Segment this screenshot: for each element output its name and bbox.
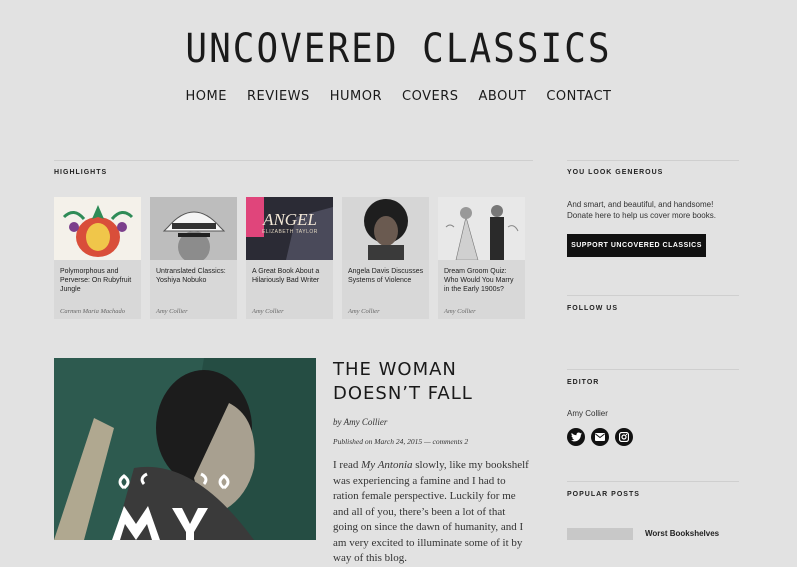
card-thumbnail: [54, 197, 141, 260]
follow-heading: FOLLOW US: [567, 305, 618, 312]
card-title: Angela Davis Discusses Systems of Violen…: [348, 268, 424, 284]
editor-name[interactable]: Amy Collier: [567, 408, 608, 419]
card-author: Amy Collier: [156, 308, 188, 315]
post-excerpt: I read My Antonia slowly, like my booksh…: [333, 458, 533, 567]
nav-reviews[interactable]: REVIEWS: [247, 89, 310, 104]
editor-heading: EDITOR: [567, 379, 600, 386]
cover-title-text: ANGEL: [262, 210, 317, 229]
nav-contact[interactable]: CONTACT: [546, 89, 611, 104]
excerpt-book-title: My Antonia: [361, 459, 413, 471]
site-title[interactable]: UNCOVERED CLASSICS: [0, 26, 797, 72]
email-icon[interactable]: [591, 428, 609, 446]
card-thumbnail: [150, 197, 237, 260]
meta-separator: —: [422, 437, 433, 446]
post-meta: Published on March 24, 2015 — comments 2: [333, 437, 468, 446]
post-featured-image[interactable]: [54, 358, 316, 540]
card-author: Amy Collier: [348, 308, 380, 315]
card-author: Amy Collier: [252, 308, 284, 315]
excerpt-start: I read: [333, 459, 362, 471]
divider: [567, 160, 739, 161]
nav-humor[interactable]: HUMOR: [330, 89, 382, 104]
popular-heading: POPULAR POSTS: [567, 491, 640, 498]
support-button[interactable]: SUPPORT UNCOVERED CLASSICS: [567, 234, 706, 257]
highlights-heading: HIGHLIGHTS: [54, 169, 108, 176]
popular-post-title[interactable]: Worst Bookshelves: [645, 529, 719, 538]
generous-heading: YOU LOOK GENEROUS: [567, 169, 664, 176]
highlight-card[interactable]: Untranslated Classics: Yoshiya Nobuko Am…: [150, 197, 237, 319]
published-prefix: Published on: [333, 437, 375, 446]
card-title: Polymorphous and Perverse: On Rubyfruit …: [60, 268, 132, 293]
cover-author-text: ELIZABETH TAYLOR: [262, 229, 318, 235]
card-thumbnail: [342, 197, 429, 260]
highlight-card[interactable]: ANGEL ELIZABETH TAYLOR A Great Book Abou…: [246, 197, 333, 319]
card-title: A Great Book About a Hilariously Bad Wri…: [252, 268, 320, 284]
generous-text: And smart, and beautiful, and handsome! …: [567, 200, 716, 220]
nav-about[interactable]: ABOUT: [479, 89, 527, 104]
nav-home[interactable]: HOME: [186, 89, 227, 104]
excerpt-rest: slowly, like my bookshelf was experienci…: [333, 459, 529, 564]
card-author: Amy Collier: [444, 308, 476, 315]
card-title: Dream Groom Quiz: Who Would You Marry in…: [444, 268, 514, 293]
post-author-link[interactable]: Amy Collier: [344, 417, 388, 427]
divider: [567, 481, 739, 482]
card-title: Untranslated Classics: Yoshiya Nobuko: [156, 268, 226, 284]
highlights-list: Polymorphous and Perverse: On Rubyfruit …: [54, 197, 525, 319]
divider: [567, 295, 739, 296]
post-date-link[interactable]: March 24, 2015: [374, 437, 422, 446]
highlight-card[interactable]: Dream Groom Quiz: Who Would You Marry in…: [438, 197, 525, 319]
card-thumbnail: ANGEL ELIZABETH TAYLOR: [246, 197, 333, 260]
post-title[interactable]: THE WOMAN DOESN’T FALL: [333, 358, 533, 406]
main-nav: HOME REVIEWS HUMOR COVERS ABOUT CONTACT: [0, 89, 797, 104]
highlight-card[interactable]: Polymorphous and Perverse: On Rubyfruit …: [54, 197, 141, 319]
card-author: Carmen Maria Machado: [60, 308, 125, 315]
card-thumbnail: [438, 197, 525, 260]
instagram-icon[interactable]: [615, 428, 633, 446]
divider: [567, 369, 739, 370]
twitter-icon[interactable]: [567, 428, 585, 446]
nav-covers[interactable]: COVERS: [402, 89, 458, 104]
social-links: [567, 428, 633, 446]
post-byline: by Amy Collier: [333, 417, 387, 427]
divider: [54, 160, 533, 161]
highlight-card[interactable]: Angela Davis Discusses Systems of Violen…: [342, 197, 429, 319]
post-comments-link[interactable]: comments 2: [433, 437, 469, 446]
byline-prefix: by: [333, 417, 344, 427]
popular-post-thumbnail[interactable]: [567, 528, 633, 540]
